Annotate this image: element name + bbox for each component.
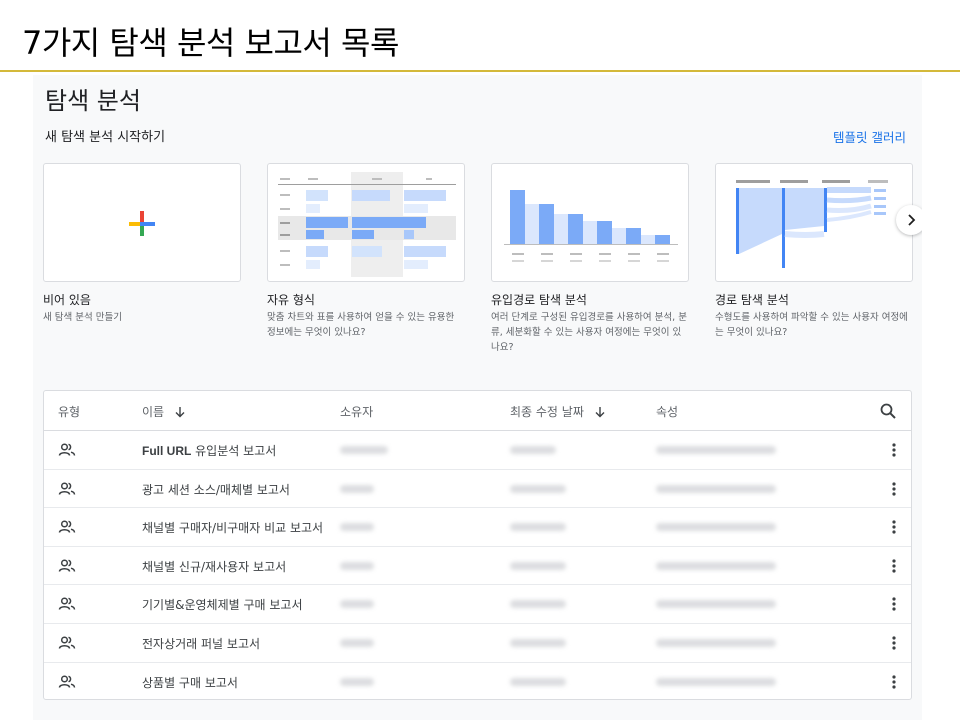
explorations-table: 유형 이름 소유자 최종 수정 날짜 속성 Full URL 유입분석 보고서광…	[43, 390, 912, 700]
table-row[interactable]: 채널별 구매자/비구매자 비교 보고서	[44, 508, 911, 547]
plus-icon	[129, 211, 155, 236]
modified-cell-blurred	[510, 446, 556, 454]
title-divider	[0, 70, 960, 72]
template-desc-blank: 새 탐색 분석 만들기	[43, 312, 122, 323]
header-type: 유형	[58, 405, 81, 419]
page-title: 탐색 분석	[45, 87, 141, 115]
owner-cell-blurred	[340, 600, 374, 609]
template-card-funnel[interactable]	[491, 163, 689, 282]
table-header: 유형 이름 소유자 최종 수정 날짜 속성	[44, 391, 911, 431]
owner-cell-blurred	[340, 639, 374, 647]
template-gallery-link[interactable]: 템플릿 갤러리	[833, 127, 906, 146]
modified-cell-blurred	[510, 639, 566, 647]
template-desc-path: 수형도를 사용하여 파악할 수 있는 사용자 여정에는 무엇이 있나요?	[715, 312, 908, 338]
modified-cell-blurred	[510, 523, 566, 532]
table-row[interactable]: 기기별&운영체제별 구매 보고서	[44, 585, 911, 624]
template-title-funnel: 유입경로 탐색 분석	[491, 293, 587, 307]
more-vert-icon[interactable]	[891, 595, 897, 617]
template-card-blank[interactable]	[43, 163, 241, 282]
start-new-label: 새 탐색 분석 시작하기	[45, 130, 166, 145]
template-desc-funnel: 여러 단계로 구성된 유입경로를 사용하여 분석, 분류, 세분화할 수 있는 …	[491, 312, 687, 353]
sort-down-icon[interactable]	[174, 406, 186, 418]
header-property[interactable]: 속성	[656, 403, 678, 420]
modified-cell-blurred	[510, 677, 566, 686]
table-row[interactable]: 상품별 구매 보고서	[44, 663, 911, 699]
template-title-free-form: 자유 형식	[267, 293, 315, 307]
exploration-name[interactable]: 상품별 구매 보고서	[142, 674, 238, 691]
more-vert-icon[interactable]	[891, 634, 897, 656]
modified-cell-blurred	[510, 600, 566, 609]
owner-cell-blurred	[340, 484, 374, 493]
shared-users-icon	[58, 480, 76, 502]
property-cell-blurred	[656, 677, 776, 686]
modified-cell-blurred	[510, 484, 566, 493]
owner-cell-blurred	[340, 446, 388, 454]
table-row[interactable]: Full URL 유입분석 보고서	[44, 431, 911, 470]
path-thumbnail	[736, 180, 888, 268]
owner-cell-blurred	[340, 677, 374, 686]
shared-users-icon	[58, 595, 76, 617]
property-cell-blurred	[656, 523, 776, 532]
exploration-name[interactable]: 광고 세션 소스/매체별 보고서	[142, 481, 290, 498]
shared-users-icon	[58, 557, 76, 579]
table-row[interactable]: 광고 세션 소스/매체별 보고서	[44, 470, 911, 509]
more-vert-icon[interactable]	[891, 518, 897, 540]
exploration-name[interactable]: 채널별 신규/재사용자 보고서	[142, 558, 286, 575]
header-owner[interactable]: 소유자	[340, 403, 373, 420]
exploration-name[interactable]: 기기별&운영체제별 구매 보고서	[142, 596, 303, 613]
template-title-path: 경로 탐색 분석	[715, 293, 789, 307]
more-vert-icon[interactable]	[891, 441, 897, 463]
exploration-name[interactable]: Full URL 유입분석 보고서	[142, 442, 276, 459]
funnel-thumbnail	[504, 190, 678, 262]
search-icon[interactable]	[879, 402, 897, 420]
shared-users-icon	[58, 518, 76, 540]
property-cell-blurred	[656, 561, 776, 570]
exploration-name[interactable]: 채널별 구매자/비구매자 비교 보고서	[142, 519, 323, 536]
property-cell-blurred	[656, 484, 776, 493]
property-cell-blurred	[656, 639, 776, 647]
header-modified[interactable]: 최종 수정 날짜	[510, 403, 606, 420]
template-desc-free-form: 맞춤 차트와 표를 사용하여 얻을 수 있는 유용한 정보에는 무엇이 있나요?	[267, 312, 455, 338]
table-row[interactable]: 채널별 신규/재사용자 보고서	[44, 547, 911, 586]
table-row[interactable]: 전자상거래 퍼널 보고서	[44, 624, 911, 663]
shared-users-icon	[58, 673, 76, 695]
explore-panel: 탐색 분석 새 탐색 분석 시작하기 템플릿 갤러리 비어 있음 새 탐색 분석…	[33, 75, 922, 720]
template-card-path[interactable]	[715, 163, 913, 282]
property-cell-blurred	[656, 600, 776, 609]
slide-title: 7가지 탐색 분석 보고서 목록	[22, 24, 399, 62]
shared-users-icon	[58, 634, 76, 656]
owner-cell-blurred	[340, 561, 374, 570]
template-card-free-form[interactable]	[267, 163, 465, 282]
next-templates-button[interactable]	[896, 205, 922, 235]
header-name[interactable]: 이름	[142, 403, 186, 420]
shared-users-icon	[58, 441, 76, 463]
more-vert-icon[interactable]	[891, 673, 897, 695]
free-form-thumbnail	[278, 172, 456, 277]
owner-cell-blurred	[340, 523, 374, 532]
modified-cell-blurred	[510, 561, 566, 570]
chevron-right-icon	[908, 214, 916, 226]
more-vert-icon[interactable]	[891, 480, 897, 502]
property-cell-blurred	[656, 446, 776, 454]
exploration-name[interactable]: 전자상거래 퍼널 보고서	[142, 635, 260, 652]
more-vert-icon[interactable]	[891, 557, 897, 579]
sort-down-icon[interactable]	[594, 406, 606, 418]
template-title-blank: 비어 있음	[43, 293, 91, 307]
